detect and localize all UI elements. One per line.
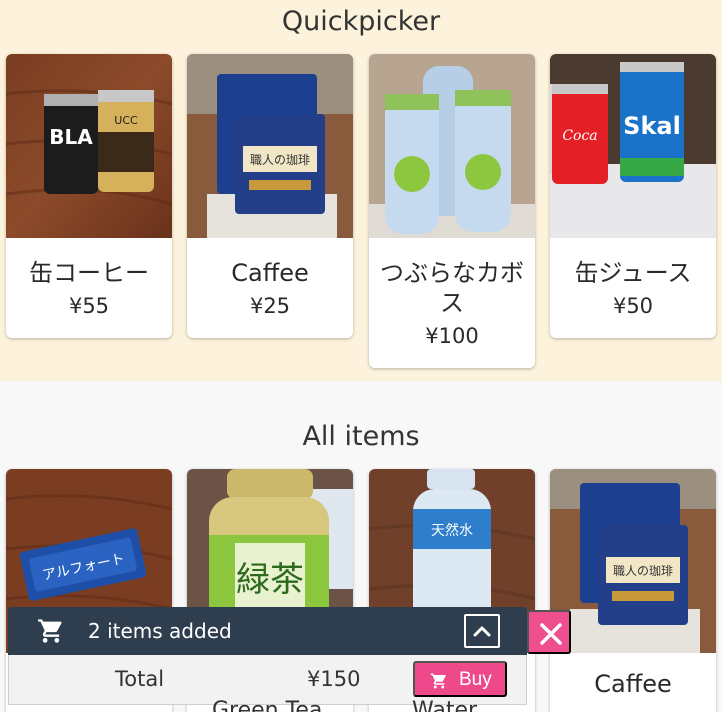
item-name: Caffee	[231, 259, 309, 287]
all-items-title: All items	[302, 421, 420, 452]
quickpick-card-caffee[interactable]: 職人の珈琲 Caffee ¥25	[187, 54, 353, 338]
item-name: Caffee	[594, 670, 672, 698]
quickpicker-section: Quickpicker BLA UCC 缶コーヒー ¥55 職人の珈琲 Caff…	[0, 0, 722, 381]
svg-text:Skal: Skal	[623, 112, 681, 140]
cart-summary-bar[interactable]: 2 items added	[8, 607, 527, 655]
canned-coffee-photo: BLA UCC	[6, 54, 172, 238]
svg-text:Coca: Coca	[562, 128, 597, 144]
cart-item-count: 2 items added	[88, 619, 232, 643]
quickpicker-title: Quickpicker	[281, 6, 441, 37]
kabosu-bottles-photo	[369, 54, 535, 238]
quickpick-card-canned-coffee[interactable]: BLA UCC 缶コーヒー ¥55	[6, 54, 172, 338]
item-name-peek: Water	[412, 698, 478, 712]
item-price: ¥25	[249, 294, 291, 318]
canned-juice-photo: Coca Skal	[550, 54, 716, 238]
total-label: Total	[115, 667, 165, 691]
close-icon	[540, 623, 562, 645]
item-name: 缶コーヒー	[29, 259, 149, 287]
item-name-peek: Green Tea	[212, 698, 323, 712]
svg-text:職人の珈琲: 職人の珈琲	[613, 564, 673, 578]
svg-text:天然水: 天然水	[431, 522, 473, 539]
cart-expand-button[interactable]	[464, 614, 500, 648]
item-card-caffee[interactable]: 職人の珈琲 Caffee	[550, 469, 716, 712]
svg-text:緑茶: 緑茶	[236, 560, 304, 600]
quickpick-card-canned-juice[interactable]: Coca Skal 缶ジュース ¥50	[550, 54, 716, 338]
svg-text:職人の珈琲: 職人の珈琲	[250, 153, 310, 167]
buy-button[interactable]: Buy	[413, 661, 507, 697]
svg-text:BLA: BLA	[49, 125, 93, 149]
total-value: ¥150	[307, 667, 361, 691]
item-name: 缶ジュース	[574, 259, 692, 287]
drip-coffee-packs-photo: 職人の珈琲	[187, 54, 353, 238]
item-price: ¥100	[425, 324, 479, 348]
cart-close-button[interactable]	[527, 610, 571, 654]
item-price: ¥55	[68, 294, 110, 318]
quickpick-card-kabosu[interactable]: つぶらなカボス ¥100	[369, 54, 535, 368]
buy-label: Buy	[459, 669, 492, 690]
drip-coffee-packs-photo: 職人の珈琲	[550, 469, 716, 653]
chevron-up-icon	[473, 626, 491, 637]
item-name: つぶらなカボス	[380, 259, 524, 317]
svg-text:UCC: UCC	[114, 114, 138, 127]
shopping-cart-icon	[429, 672, 449, 690]
shopping-cart-icon	[36, 617, 66, 645]
item-price: ¥50	[612, 294, 654, 318]
